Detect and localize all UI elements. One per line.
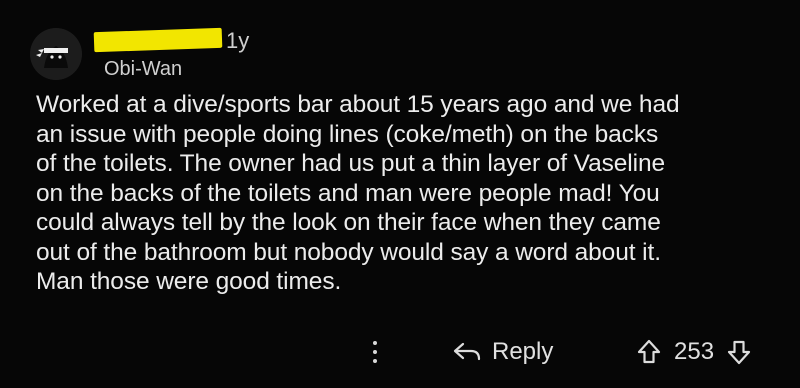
upvote-arrow-icon[interactable] [636,338,662,366]
vertical-ellipsis-icon-dot [373,359,377,363]
vote-score: 253 [674,338,715,365]
comment-body-line: on the backs of the toilets and man were… [36,179,660,207]
comment-body-line: out of the bathroom but nobody would say… [36,238,661,266]
avatar[interactable] [30,28,82,80]
downvote-arrow-icon[interactable] [726,338,752,366]
comment: 1y Obi-Wan Worked at a dive/sports bar a… [0,0,800,388]
vertical-ellipsis-icon [373,341,377,345]
reply-arrow-icon [452,340,482,364]
comment-body-line: Man those were good times. [36,268,342,295]
reply-button[interactable]: Reply [452,334,553,370]
comment-body-line: an issue with people doing lines (coke/m… [36,120,659,148]
vote-controls: 253 [636,334,752,370]
comment-body-line: of the toilets. The owner had us put a t… [36,150,666,177]
username-redaction [93,27,223,53]
more-options-button[interactable] [368,334,382,370]
comment-body-line: could always tell by the look on their f… [36,209,661,236]
reply-label: Reply [492,338,554,365]
comment-body-line: Worked at a dive/sports bar about 15 yea… [36,91,680,118]
comment-body: Worked at a dive/sports bar about 15 yea… [36,90,776,297]
avatar-image [30,28,82,80]
user-flair: Obi-Wan [104,58,183,80]
vertical-ellipsis-icon-dot [373,350,377,354]
comment-age: 1y [226,28,250,53]
